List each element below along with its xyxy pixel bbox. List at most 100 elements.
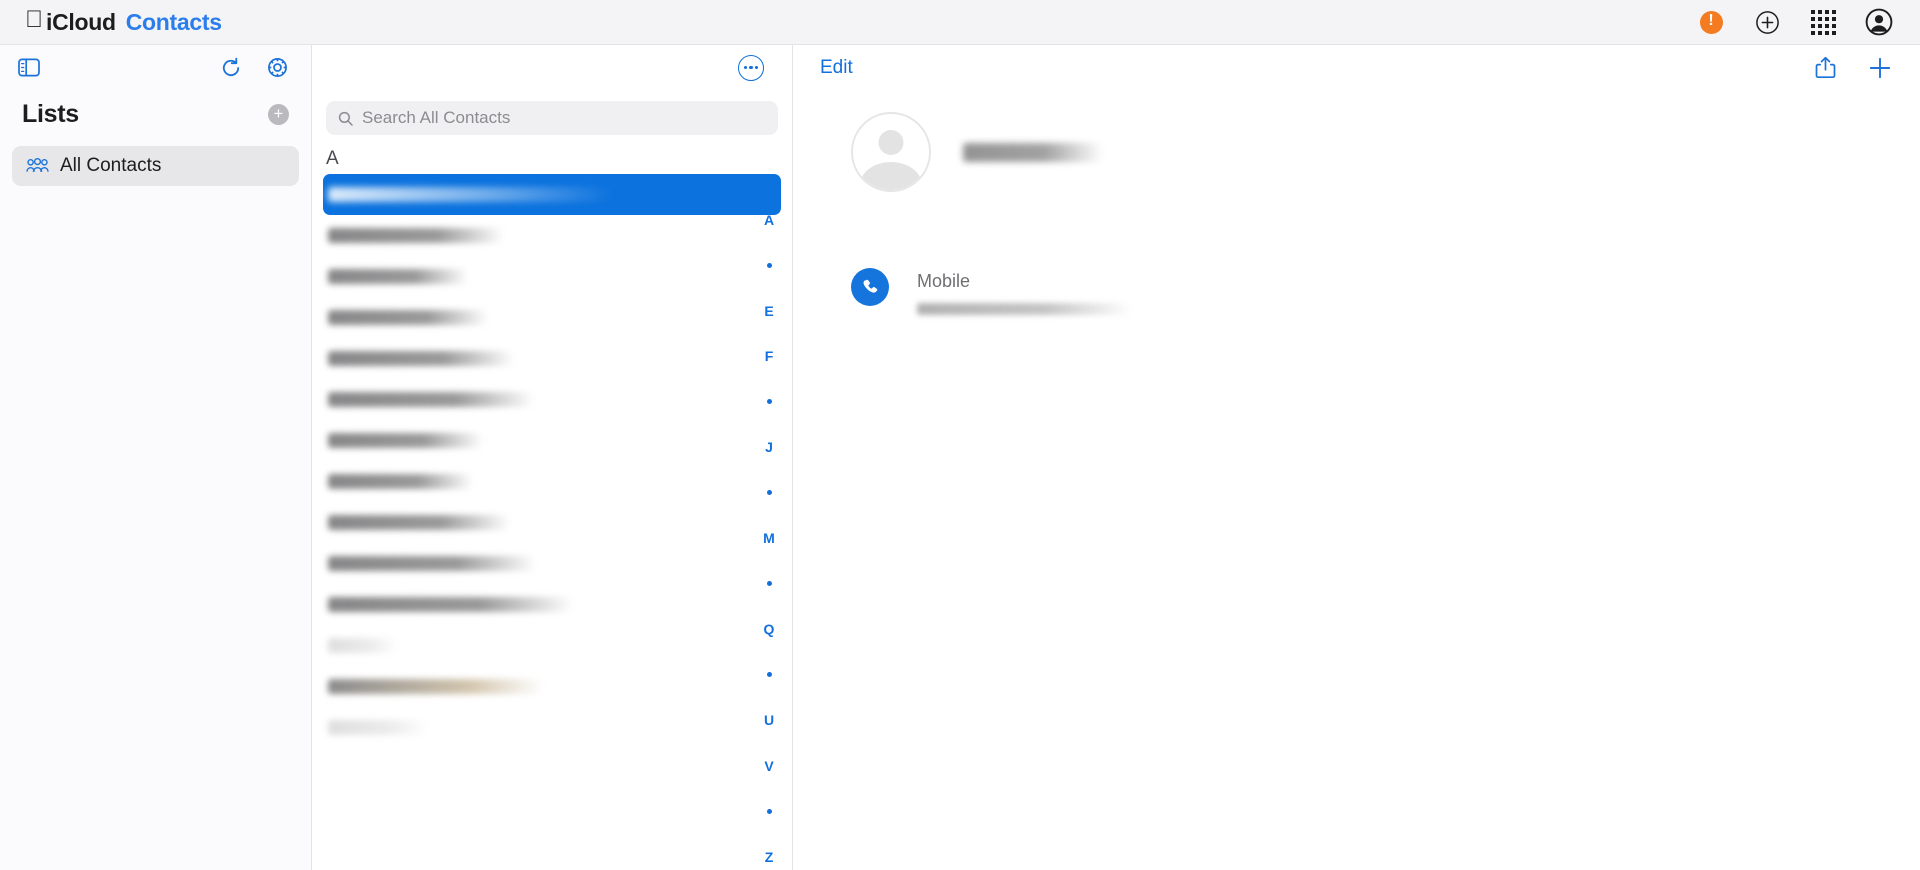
contact-row[interactable] xyxy=(323,338,781,379)
refresh-icon xyxy=(222,57,240,76)
contact-row[interactable] xyxy=(323,215,781,256)
alpha-index-f[interactable]: F xyxy=(758,334,780,380)
alpha-index-dot[interactable] xyxy=(758,561,780,607)
phone-call-button[interactable] xyxy=(851,268,889,306)
gear-icon xyxy=(268,58,287,77)
sidebar-toggle-button[interactable] xyxy=(18,58,40,77)
edit-button[interactable]: Edit xyxy=(820,57,853,79)
contact-name-redacted xyxy=(328,269,468,284)
alpha-index-dot[interactable] xyxy=(758,243,780,289)
alert-exclamation: ! xyxy=(1708,12,1714,29)
brand-app-text: Contacts xyxy=(107,8,222,35)
field-label-mobile: Mobile xyxy=(917,271,971,291)
more-dot xyxy=(755,65,759,70)
search-placeholder: Search All Contacts xyxy=(362,108,511,127)
contact-name-redacted xyxy=(328,679,543,694)
contact-row[interactable] xyxy=(323,174,781,215)
search-input[interactable]: Search All Contacts xyxy=(326,101,778,135)
sidebar: Lists + All Contacts xyxy=(0,45,312,870)
add-contact-button[interactable] xyxy=(1868,56,1892,80)
contact-row[interactable] xyxy=(323,256,781,297)
app-switcher-button[interactable] xyxy=(1808,7,1838,37)
brand-logo[interactable]:  iCloud Contacts xyxy=(0,0,222,45)
contact-row[interactable] xyxy=(323,707,781,748)
sidebar-toggle-icon xyxy=(18,58,40,77)
apple-logo-icon:  xyxy=(25,8,43,32)
alpha-index-dot[interactable] xyxy=(758,379,780,425)
contact-row[interactable] xyxy=(323,543,781,584)
alpha-index-j[interactable]: J xyxy=(758,425,780,471)
add-list-button[interactable]: + xyxy=(268,104,289,125)
contact-name-redacted xyxy=(328,351,514,366)
contact-name-redacted xyxy=(328,638,398,653)
detail-actions xyxy=(1815,56,1892,80)
share-button[interactable] xyxy=(1815,56,1836,79)
sidebar-toolbar xyxy=(0,45,311,90)
phone-number-redacted xyxy=(917,303,1132,315)
contact-header xyxy=(793,90,1920,192)
main-body: Lists + All Contacts Search All Contacts… xyxy=(0,45,1920,870)
alpha-index-dot[interactable] xyxy=(758,652,780,698)
alert-icon: ! xyxy=(1699,10,1723,34)
contact-row[interactable] xyxy=(323,584,781,625)
alpha-index-z[interactable]: Z xyxy=(758,834,780,870)
sidebar-item-label: All Contacts xyxy=(60,155,162,176)
account-button[interactable] xyxy=(1864,7,1894,37)
lists-title: Lists xyxy=(22,100,79,128)
contact-name-redacted xyxy=(963,142,1103,162)
share-icon xyxy=(1815,56,1836,79)
more-dot xyxy=(749,65,753,70)
alpha-index-q[interactable]: Q xyxy=(758,607,780,653)
top-bar:  iCloud Contacts ! xyxy=(0,0,1920,45)
contact-row[interactable] xyxy=(323,420,781,461)
alert-button[interactable]: ! xyxy=(1696,7,1726,37)
alpha-index-e[interactable]: E xyxy=(758,288,780,334)
contact-row[interactable] xyxy=(323,666,781,707)
detail-toolbar: Edit xyxy=(793,45,1920,90)
contact-name-redacted xyxy=(328,392,534,407)
sidebar-toolbar-actions xyxy=(220,56,289,79)
plus-icon xyxy=(1869,57,1891,78)
alpha-index-m[interactable]: M xyxy=(758,516,780,562)
add-list-plus: + xyxy=(273,104,284,123)
alpha-index-a[interactable]: A xyxy=(758,197,780,243)
contact-name-redacted xyxy=(328,433,483,448)
more-options-button[interactable] xyxy=(738,54,764,81)
contact-name-redacted xyxy=(328,474,473,489)
field-text-group: Mobile xyxy=(917,268,1132,315)
contact-row[interactable] xyxy=(323,625,781,666)
contact-row[interactable] xyxy=(323,297,781,338)
plus-circle-icon xyxy=(1755,10,1779,34)
contact-row[interactable] xyxy=(323,379,781,420)
contact-name-redacted xyxy=(328,597,573,612)
sidebar-item-all-contacts[interactable]: All Contacts xyxy=(12,146,299,186)
contact-rows xyxy=(312,174,792,748)
contact-name-redacted xyxy=(328,515,510,530)
alpha-index-v[interactable]: V xyxy=(758,743,780,789)
alphabet-index[interactable]: AEFJMQUVZ# xyxy=(758,197,780,870)
contact-name-redacted xyxy=(328,228,504,243)
avatar-body-shape xyxy=(860,162,922,190)
contact-name-redacted xyxy=(328,310,488,325)
contact-detail-pane: Edit Mobile xyxy=(793,45,1920,870)
alpha-index-dot[interactable] xyxy=(758,789,780,835)
lists-header: Lists + xyxy=(0,90,311,129)
account-avatar-icon xyxy=(1865,8,1893,36)
contact-name-redacted xyxy=(328,187,614,202)
alpha-index-dot[interactable] xyxy=(758,470,780,516)
contact-row[interactable] xyxy=(323,461,781,502)
avatar-head-shape xyxy=(878,130,904,155)
contact-list-pane: Search All Contacts A AEFJMQUVZ# xyxy=(312,45,793,870)
brand-icloud-text: iCloud xyxy=(28,8,116,35)
refresh-button[interactable] xyxy=(220,57,242,79)
alpha-index-u[interactable]: U xyxy=(758,698,780,744)
contact-row[interactable] xyxy=(323,502,781,543)
contact-name-redacted xyxy=(328,556,536,571)
contact-list-toolbar xyxy=(312,45,792,90)
people-icon xyxy=(26,158,49,172)
avatar-placeholder-icon xyxy=(851,112,931,192)
settings-button[interactable] xyxy=(266,56,289,79)
phone-icon xyxy=(863,279,878,293)
add-button[interactable] xyxy=(1752,7,1782,37)
more-dot xyxy=(743,65,747,70)
